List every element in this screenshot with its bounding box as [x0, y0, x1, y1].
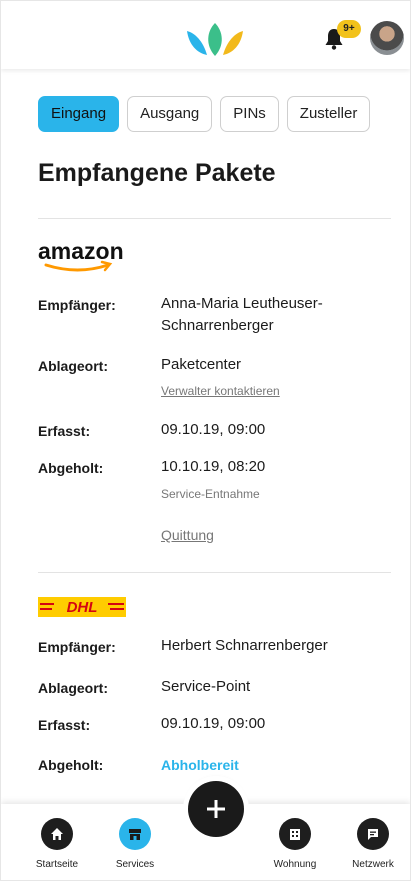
nav-startseite[interactable]: Startseite	[17, 818, 97, 870]
recorded-value: 09.10.19, 09:00	[161, 715, 266, 732]
app-frame: 9+ Eingang Ausgang PINs Zusteller Empfan…	[0, 0, 411, 881]
plus-icon	[207, 800, 225, 818]
top-bar: 9+	[1, 1, 410, 69]
picked-label: Abgeholt:	[38, 460, 104, 476]
location-label: Ablageort:	[38, 680, 108, 696]
receipt-link[interactable]: Quittung	[161, 527, 214, 543]
tab-zusteller[interactable]: Zusteller	[286, 96, 371, 132]
svg-text:amazon: amazon	[38, 239, 124, 264]
status-ready: Abholbereit	[161, 757, 239, 773]
add-button[interactable]	[188, 781, 244, 837]
nav-services[interactable]: Services	[95, 818, 175, 870]
recorded-label: Erfasst:	[38, 717, 91, 733]
picked-value: 10.10.19, 08:20	[161, 458, 266, 475]
nav-label: Services	[115, 859, 155, 870]
store-icon	[119, 818, 151, 850]
nav-label: Netzwerk	[352, 859, 394, 870]
avatar[interactable]	[370, 21, 404, 55]
location-label: Ablageort:	[38, 358, 108, 374]
amazon-logo: amazon	[38, 239, 124, 272]
svg-text:DHL: DHL	[67, 599, 98, 616]
nav-wohnung[interactable]: Wohnung	[255, 818, 335, 870]
location-value: Service-Point	[161, 678, 251, 695]
recipient-value: Anna-Maria Leutheuser-Schnarrenberger	[161, 295, 323, 334]
recipient-label: Empfänger:	[38, 639, 116, 655]
picked-label: Abgeholt:	[38, 757, 104, 773]
nav-label: Startseite	[35, 859, 79, 870]
tab-eingang[interactable]: Eingang	[38, 96, 120, 132]
nav-label: Wohnung	[273, 859, 317, 870]
tab-bar: Eingang Ausgang PINs Zusteller	[38, 96, 371, 132]
dhl-logo: DHL	[38, 597, 126, 617]
tab-ausgang[interactable]: Ausgang	[127, 96, 213, 132]
chat-icon	[357, 818, 389, 850]
building-icon	[279, 818, 311, 850]
divider	[38, 572, 391, 573]
page-title: Empfangene Pakete	[38, 159, 276, 187]
home-icon	[41, 818, 73, 850]
recorded-label: Erfasst:	[38, 423, 91, 439]
location-value: Paketcenter	[161, 356, 242, 373]
divider	[38, 218, 391, 219]
lotus-logo	[187, 23, 243, 56]
nav-netzwerk[interactable]: Netzwerk	[333, 818, 410, 870]
recipient-value: Herbert Schnarrenberger	[161, 637, 328, 654]
recipient-label: Empfänger:	[38, 297, 116, 313]
tab-pins[interactable]: PINs	[220, 96, 279, 132]
contact-manager-link[interactable]: Verwalter kontaktieren	[161, 384, 280, 398]
picked-note: Service-Entnahme	[161, 487, 260, 501]
notification-badge: 9+	[337, 20, 361, 38]
recorded-value: 09.10.19, 09:00	[161, 421, 266, 438]
